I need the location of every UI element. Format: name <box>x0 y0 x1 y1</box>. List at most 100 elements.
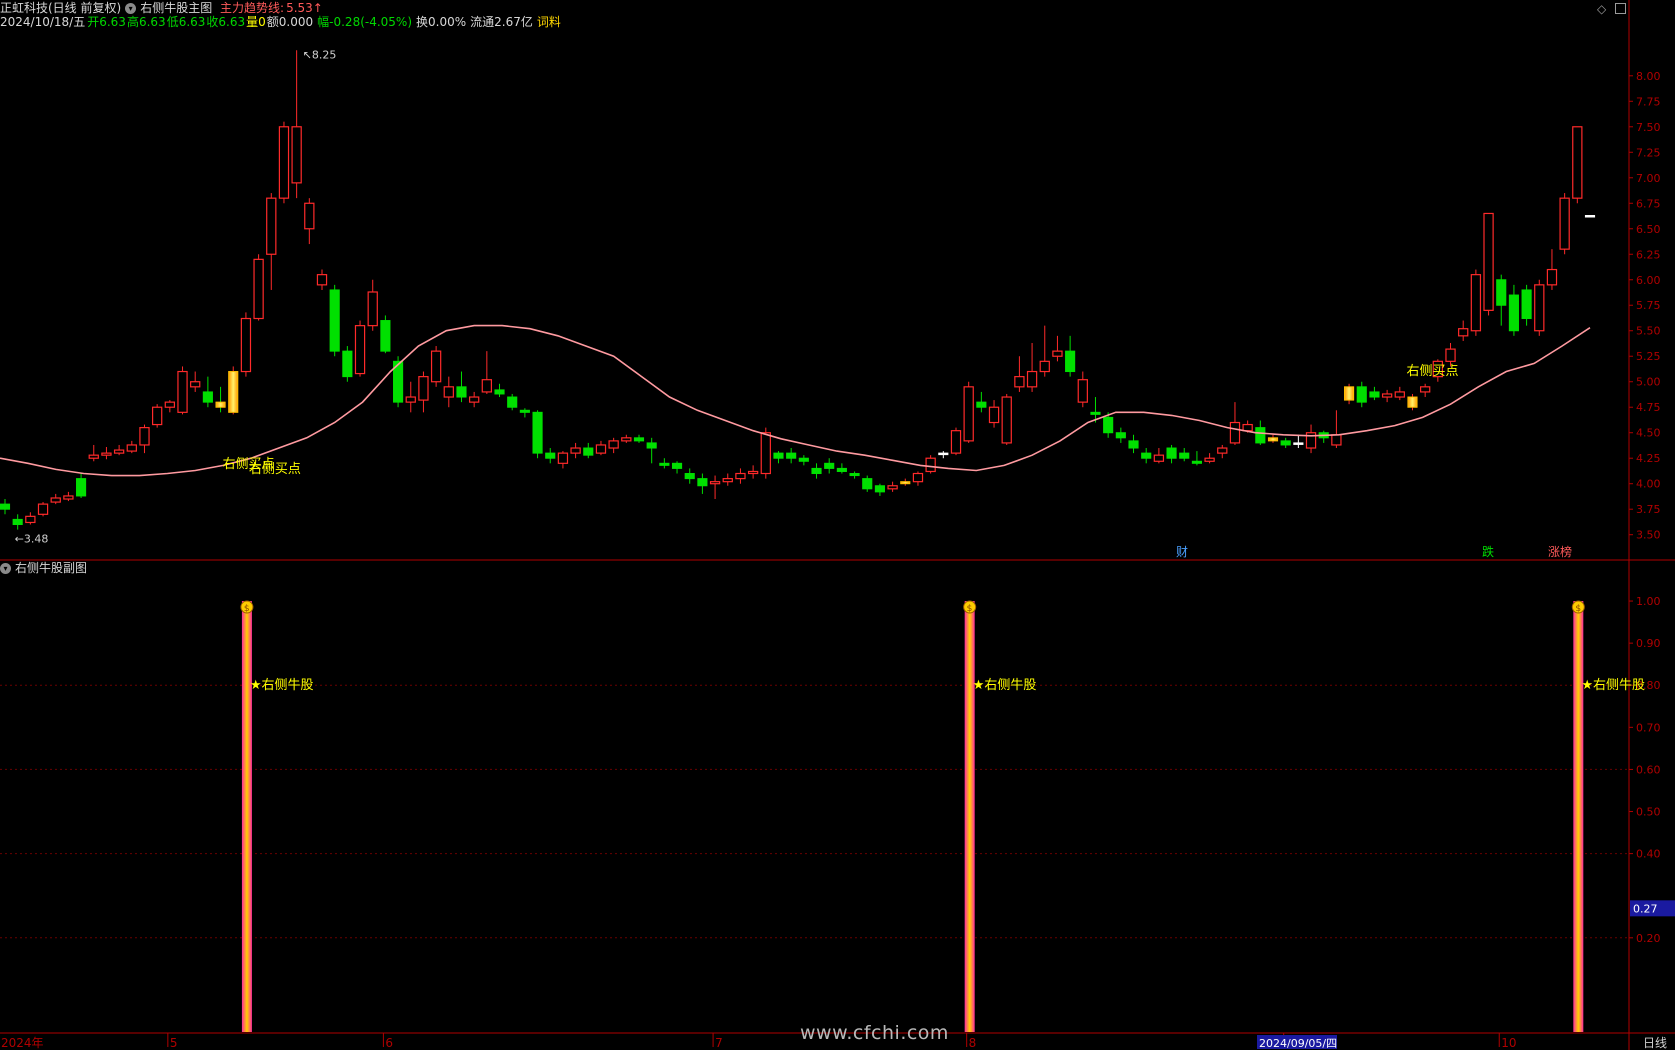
low-price-label: ←3.48 <box>15 533 49 546</box>
highlight-date-label: 2024/09/05/四 <box>1259 1037 1337 1050</box>
candle-body <box>76 478 87 497</box>
candle-body <box>633 437 645 442</box>
candle-body <box>671 462 683 469</box>
quote-change: 幅-0.28(-4.05%) <box>317 15 413 29</box>
candle-body <box>139 427 150 446</box>
dropdown-icon[interactable]: ▾ <box>0 563 11 574</box>
candle-body <box>1242 423 1253 432</box>
quote-date: 2024/10/18/五 <box>0 15 86 29</box>
candle-body <box>773 452 784 459</box>
candle-body <box>1103 416 1114 434</box>
signal-label: ★右侧牛股 <box>973 678 1037 693</box>
candle-body <box>1534 284 1545 332</box>
buy-point-label: 右侧买点 <box>249 462 301 477</box>
candle-body <box>418 376 429 401</box>
candle-body <box>380 320 391 352</box>
candle-body <box>1572 126 1583 199</box>
candle-body <box>37 503 49 515</box>
sub-tick-label: 0.90 <box>1636 637 1661 650</box>
candle-body <box>177 370 188 413</box>
money-bag-glyph: $ <box>967 604 973 614</box>
diamond-icon[interactable]: ◇ <box>1597 2 1606 16</box>
candle-body <box>1508 294 1519 332</box>
watermark: www.cfchi.com <box>800 1022 949 1044</box>
stock-name: 正虹科技(日线 前复权) <box>0 1 122 15</box>
price-tick-label: 6.00 <box>1636 274 1661 287</box>
candle-body <box>1191 460 1202 464</box>
candle-body <box>532 411 543 454</box>
candle-body <box>862 478 873 490</box>
price-tick-label: 7.00 <box>1636 172 1661 185</box>
candle-body <box>1458 328 1469 337</box>
price-tick-label: 5.25 <box>1636 350 1661 363</box>
window-restore-icon[interactable] <box>1615 3 1626 14</box>
sub-indicator-name[interactable]: 右侧牛股副图 <box>15 561 87 575</box>
candle-body <box>1179 452 1190 459</box>
candle-body <box>164 401 176 408</box>
candle-body <box>747 470 759 475</box>
main-chart-header: 正虹科技(日线 前复权) ▾ 右侧牛股主图 主力趋势线: 5.53↑ <box>0 1 327 15</box>
candle-body <box>1166 447 1177 459</box>
dropdown-icon[interactable]: ▾ <box>125 3 137 14</box>
candle-body <box>557 452 569 464</box>
candle-body <box>25 515 36 524</box>
candle-body <box>1217 447 1228 454</box>
price-tick-label: 4.75 <box>1636 401 1661 414</box>
candle-body <box>519 409 530 413</box>
event-tag: 涨榜 <box>1548 544 1572 559</box>
quote-close: 收6.63 <box>206 15 246 29</box>
stock-chart[interactable]: 3.50 3.75 4.00 4.25 4.50 4.75 5.00 5.25 5.50 5.75… <box>0 0 1675 1050</box>
indicator-name[interactable]: 右侧牛股主图 <box>140 1 212 15</box>
candle-body <box>595 444 607 454</box>
candle-body <box>938 452 949 456</box>
candle-body <box>443 386 454 398</box>
candle-body <box>1407 396 1418 408</box>
signal-bar <box>964 601 975 1032</box>
quote-high: 高6.63 <box>126 15 166 29</box>
price-tick-label: 4.50 <box>1636 427 1661 440</box>
candle-body <box>912 472 924 483</box>
month-label: 10 <box>1501 1036 1516 1050</box>
candle-body <box>963 386 974 442</box>
sub-tick-label: 0.20 <box>1636 932 1661 945</box>
quote-float-cap: 流通2.67亿 <box>470 15 533 29</box>
year-label: 2024年 <box>1 1036 44 1050</box>
candle-body <box>0 503 11 510</box>
candle-body <box>545 452 556 459</box>
info-link[interactable]: 词料 <box>537 15 561 29</box>
candle-body <box>494 389 505 395</box>
month-label: 7 <box>715 1036 723 1050</box>
candle-body <box>1483 212 1494 311</box>
candle-body <box>824 462 835 469</box>
candle-body <box>1267 437 1279 442</box>
candle-body <box>253 258 264 320</box>
candle-body <box>786 452 797 459</box>
quote-low: 低6.63 <box>166 15 206 29</box>
candle-body <box>481 379 493 393</box>
candle-body <box>342 350 353 378</box>
buy-point-label: 右侧买点 <box>1406 364 1458 379</box>
candle-body <box>101 452 112 456</box>
quote-volume: 量0 <box>246 15 266 29</box>
candle-body <box>228 371 239 413</box>
candle-body <box>1394 391 1405 398</box>
period-label: 日线 <box>1643 1036 1667 1050</box>
quote-turnover: 换0.00% <box>416 15 467 29</box>
price-tick-label: 4.00 <box>1636 478 1661 491</box>
candle-body <box>1255 427 1266 444</box>
candle-body <box>304 202 315 230</box>
candle-body <box>63 495 74 500</box>
sub-chart-header: ▾ 右侧牛股副图 <box>0 561 91 575</box>
candle-body <box>1153 454 1165 462</box>
candle-body <box>1065 350 1076 373</box>
candle-body <box>1331 434 1342 446</box>
candle-body <box>1128 440 1139 449</box>
candle-body <box>468 396 480 403</box>
candle-body <box>684 473 695 480</box>
price-tick-label: 3.75 <box>1636 503 1661 516</box>
candle-body <box>1344 386 1355 401</box>
candle-body <box>659 462 670 466</box>
candle-body <box>329 289 340 352</box>
candle-body <box>316 274 328 286</box>
candle-body <box>621 437 632 442</box>
